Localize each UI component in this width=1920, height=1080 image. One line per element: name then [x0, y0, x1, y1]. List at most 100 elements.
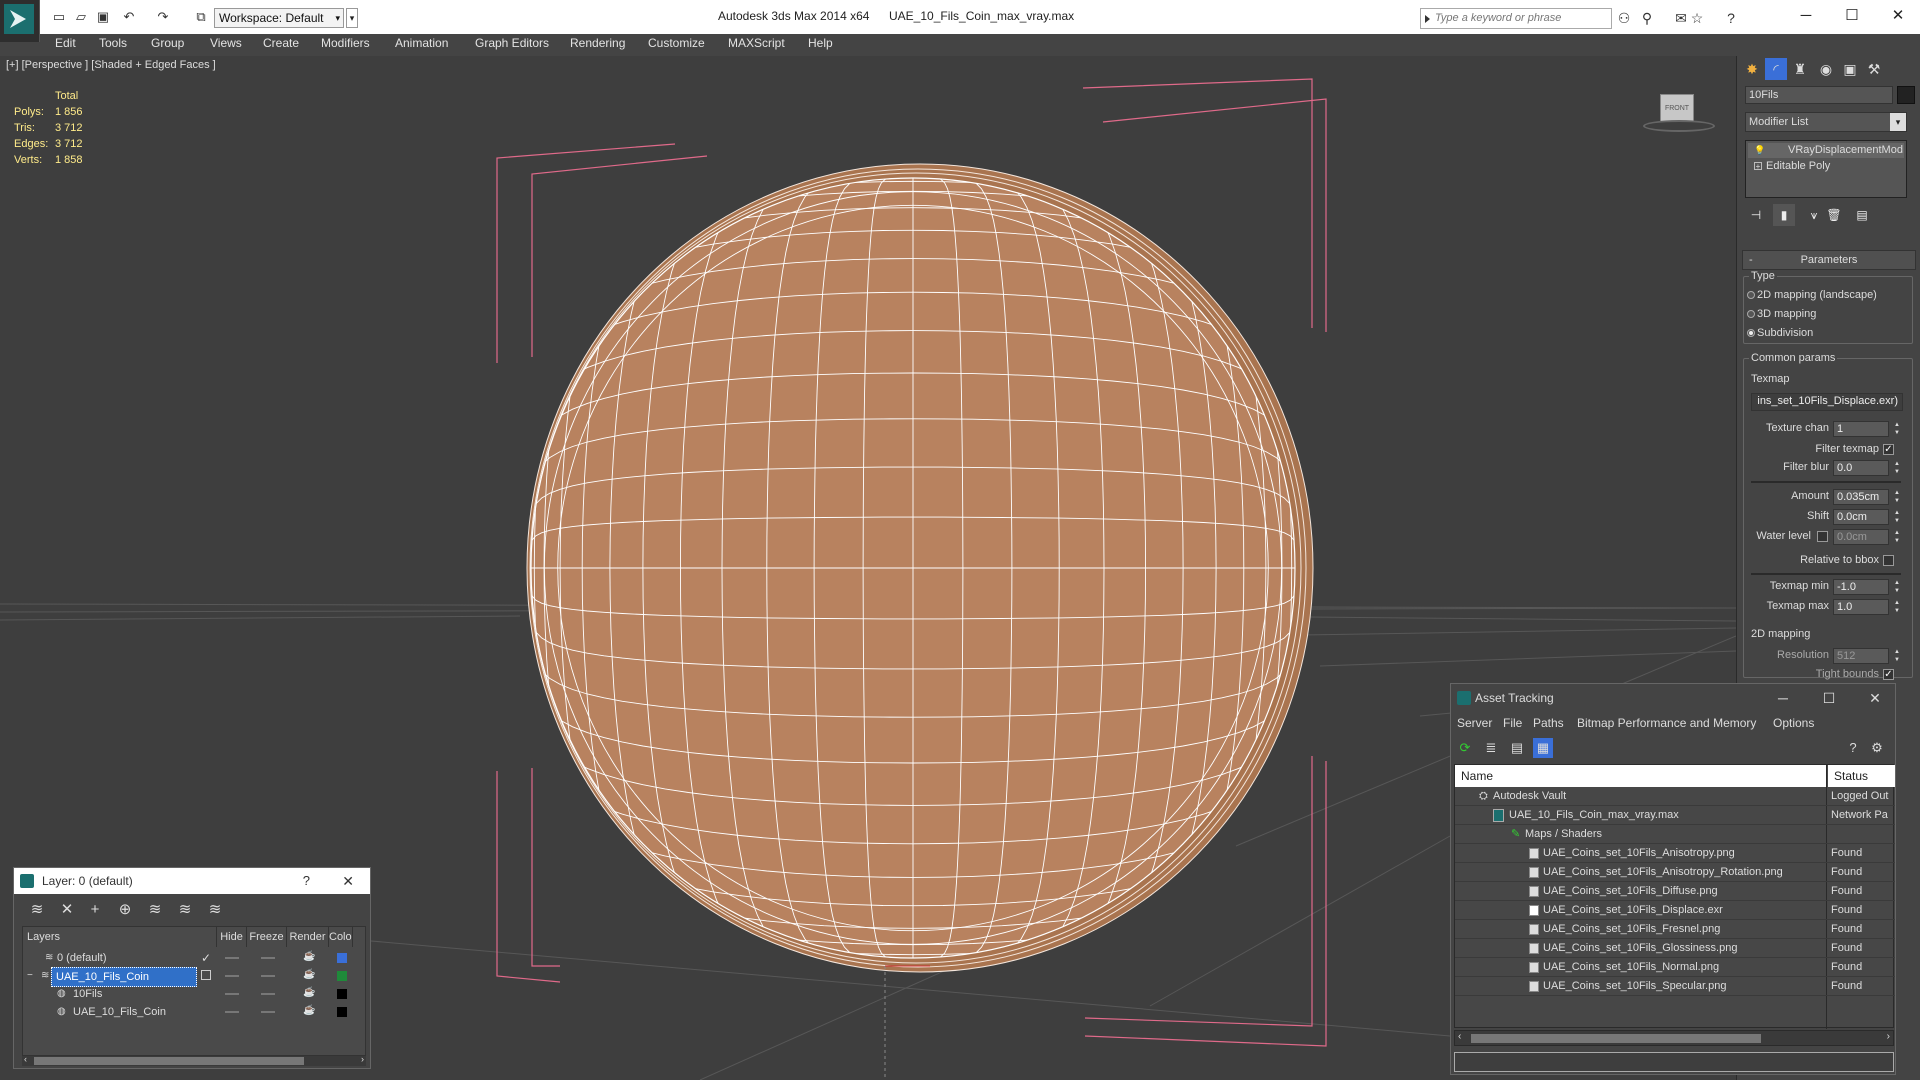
maximize-button[interactable]: ☐ — [1809, 684, 1849, 712]
stack-item-editable-poly[interactable]: + Editable Poly — [1748, 159, 1904, 174]
column-header-name[interactable]: Name — [1455, 765, 1827, 787]
refresh-icon[interactable]: ⟳ — [1455, 738, 1475, 758]
scrollbar-thumb[interactable] — [1471, 1034, 1761, 1043]
water-level-checkbox[interactable] — [1817, 531, 1828, 542]
menu-rendering[interactable]: Rendering — [570, 34, 625, 54]
layer-name[interactable]: UAE_10_Fils_Coin — [51, 967, 197, 987]
modify-tab-icon[interactable]: ◜ — [1765, 58, 1787, 80]
layer-color-swatch[interactable] — [337, 971, 347, 981]
spinner-icon[interactable]: ▲ ▼ — [1893, 579, 1901, 595]
select-objects-icon[interactable]: ⊕ — [114, 900, 136, 920]
asset-row[interactable]: UAE_Coins_set_10Fils_Displace.exr Found — [1455, 901, 1895, 920]
expand-plus-icon[interactable]: + — [1754, 162, 1762, 171]
new-file-icon[interactable]: ▭ — [50, 9, 68, 25]
help-icon[interactable]: ? — [1843, 738, 1863, 758]
asset-row[interactable]: UAE_Coins_set_10Fils_Diffuse.png Found — [1455, 882, 1895, 901]
menu-animation[interactable]: Animation — [395, 34, 448, 54]
freeze-all-layers-icon[interactable]: ≋ — [204, 900, 226, 920]
water-level-input[interactable]: 0.0cm — [1833, 529, 1889, 545]
asset-row[interactable]: UAE_Coins_set_10Fils_Fresnel.png Found — [1455, 920, 1895, 939]
undo-icon[interactable]: ↶ — [120, 9, 138, 25]
texmap-min-input[interactable]: -1.0 — [1833, 579, 1889, 595]
menu-bitmap-performance[interactable]: Bitmap Performance and Memory — [1577, 716, 1756, 730]
asset-row[interactable]: ⛭ Autodesk Vault Logged Out — [1455, 787, 1895, 806]
column-header-render[interactable]: Render — [287, 927, 329, 947]
make-unique-icon[interactable]: ⩛ — [1803, 204, 1825, 226]
layer-row[interactable]: − ≋ UAE_10_Fils_Coin ☕ — [23, 967, 367, 987]
app-logo-button[interactable] — [0, 0, 40, 42]
collapse-icon[interactable]: − — [27, 967, 33, 985]
menu-views[interactable]: Views — [210, 34, 242, 54]
modifier-list-dropdown[interactable]: Modifier List ▾ — [1745, 112, 1907, 132]
menu-options[interactable]: Options — [1773, 716, 1814, 730]
menu-edit[interactable]: Edit — [55, 34, 76, 54]
asset-path-field[interactable] — [1454, 1052, 1894, 1072]
render-teapot-icon[interactable]: ☕ — [303, 970, 315, 980]
lightbulb-icon[interactable]: 💡 — [1754, 146, 1765, 155]
spinner-icon[interactable]: ▲ ▼ — [1893, 460, 1901, 476]
display-tab-icon[interactable]: ▣ — [1839, 58, 1861, 80]
spinner-icon[interactable]: ▲ ▼ — [1893, 489, 1901, 505]
scroll-left-icon[interactable]: ‹ — [24, 1054, 27, 1064]
layer-row[interactable]: 0 (default) ≋ ✓ ☕ — [23, 949, 367, 967]
workspace-dropdown[interactable]: Workspace: Default ▾ — [214, 8, 344, 28]
minimize-button[interactable]: ─ — [1786, 4, 1826, 28]
stack-item-vraydisplacement[interactable]: 💡 VRayDisplacementMod — [1748, 143, 1904, 158]
remove-modifier-icon[interactable]: 🗑 — [1823, 204, 1845, 226]
render-teapot-icon[interactable]: ☕ — [303, 952, 315, 962]
list-view-icon[interactable]: ≣ — [1481, 738, 1501, 758]
help-icon[interactable]: ? — [1722, 9, 1740, 27]
asset-row[interactable]: UAE_Coins_set_10Fils_Glossiness.png Foun… — [1455, 939, 1895, 958]
scroll-left-icon[interactable]: ‹ — [1458, 1031, 1461, 1042]
current-layer-check-icon[interactable]: ✓ — [201, 949, 211, 967]
asset-row[interactable]: UAE_Coins_set_10Fils_Specular.png Found — [1455, 977, 1895, 996]
quick-access-menu-icon[interactable]: ▾ — [346, 8, 358, 28]
binoculars-icon[interactable]: ⚇ — [1615, 9, 1633, 27]
layer-window-titlebar[interactable]: Layer: 0 (default) ? ✕ — [14, 868, 370, 894]
relative-bbox-checkbox[interactable] — [1883, 555, 1894, 566]
search-input[interactable]: Type a keyword or phrase — [1420, 8, 1612, 29]
layer-row[interactable]: ◍ UAE_10_Fils_Coin ☕ — [23, 1003, 367, 1021]
delete-layer-icon[interactable]: ✕ — [56, 900, 78, 920]
asset-row[interactable]: UAE_10_Fils_Coin_max_vray.max Network Pa — [1455, 806, 1895, 825]
new-layer-icon[interactable]: ≋ — [26, 900, 48, 920]
redo-icon[interactable]: ↷ — [154, 9, 172, 25]
create-tab-icon[interactable]: ✸ — [1741, 58, 1763, 80]
horizontal-scrollbar[interactable]: ‹ › — [1454, 1030, 1894, 1046]
maximize-button[interactable]: ☐ — [1832, 4, 1872, 28]
layer-name[interactable]: 0 (default) — [57, 949, 107, 967]
radio-3d-mapping[interactable]: 3D mapping — [1747, 307, 1816, 321]
parameters-rollout-header[interactable]: - Parameters — [1742, 250, 1916, 270]
subscription-icon[interactable]: ⚲ — [1638, 9, 1656, 27]
object-name[interactable]: 10Fils — [73, 985, 102, 1003]
column-header-color[interactable]: Color — [329, 927, 353, 947]
menu-file[interactable]: File — [1503, 716, 1522, 730]
layer-row[interactable]: ◍ 10Fils ☕ — [23, 985, 367, 1003]
pin-stack-icon[interactable]: ⊣ — [1745, 204, 1767, 226]
horizontal-scrollbar[interactable]: ‹ › — [22, 1054, 366, 1066]
column-header-status[interactable]: Status — [1828, 765, 1895, 787]
settings-icon[interactable]: ⚙ — [1867, 738, 1887, 758]
radio-subdivision[interactable]: Subdivision — [1747, 326, 1813, 340]
render-teapot-icon[interactable]: ☕ — [303, 1006, 315, 1016]
asset-row[interactable]: UAE_Coins_set_10Fils_Anisotropy.png Foun… — [1455, 844, 1895, 863]
texmap-button[interactable]: ins_set_10Fils_Displace.exr) — [1751, 393, 1903, 411]
close-button[interactable]: ✕ — [1855, 684, 1895, 712]
configure-sets-icon[interactable]: ▤ — [1851, 204, 1873, 226]
resolution-input[interactable]: 512 — [1833, 648, 1889, 664]
project-folder-icon[interactable]: ⧉ — [192, 9, 210, 25]
menu-create[interactable]: Create — [263, 34, 299, 54]
viewport-label[interactable]: [+] [Perspective ] [Shaded + Edged Faces… — [6, 59, 216, 71]
save-file-icon[interactable]: ▣ — [94, 9, 112, 25]
spinner-icon[interactable]: ▲ ▼ — [1893, 421, 1901, 437]
amount-input[interactable]: 0.035cm — [1833, 489, 1889, 505]
object-color-swatch[interactable] — [337, 1007, 347, 1017]
scrollbar-thumb[interactable] — [34, 1057, 304, 1065]
object-color-swatch[interactable] — [1897, 86, 1915, 104]
add-to-layer-icon[interactable]: + — [84, 900, 106, 920]
highlight-layer-icon[interactable]: ≋ — [144, 900, 166, 920]
filter-texmap-checkbox[interactable]: ✓ — [1883, 444, 1894, 455]
tree-view-icon[interactable]: ▤ — [1507, 738, 1527, 758]
asset-table[interactable]: Name Status ⛭ Autodesk Vault Logged Out … — [1454, 764, 1895, 1029]
hierarchy-tab-icon[interactable]: ♜ — [1789, 58, 1811, 80]
